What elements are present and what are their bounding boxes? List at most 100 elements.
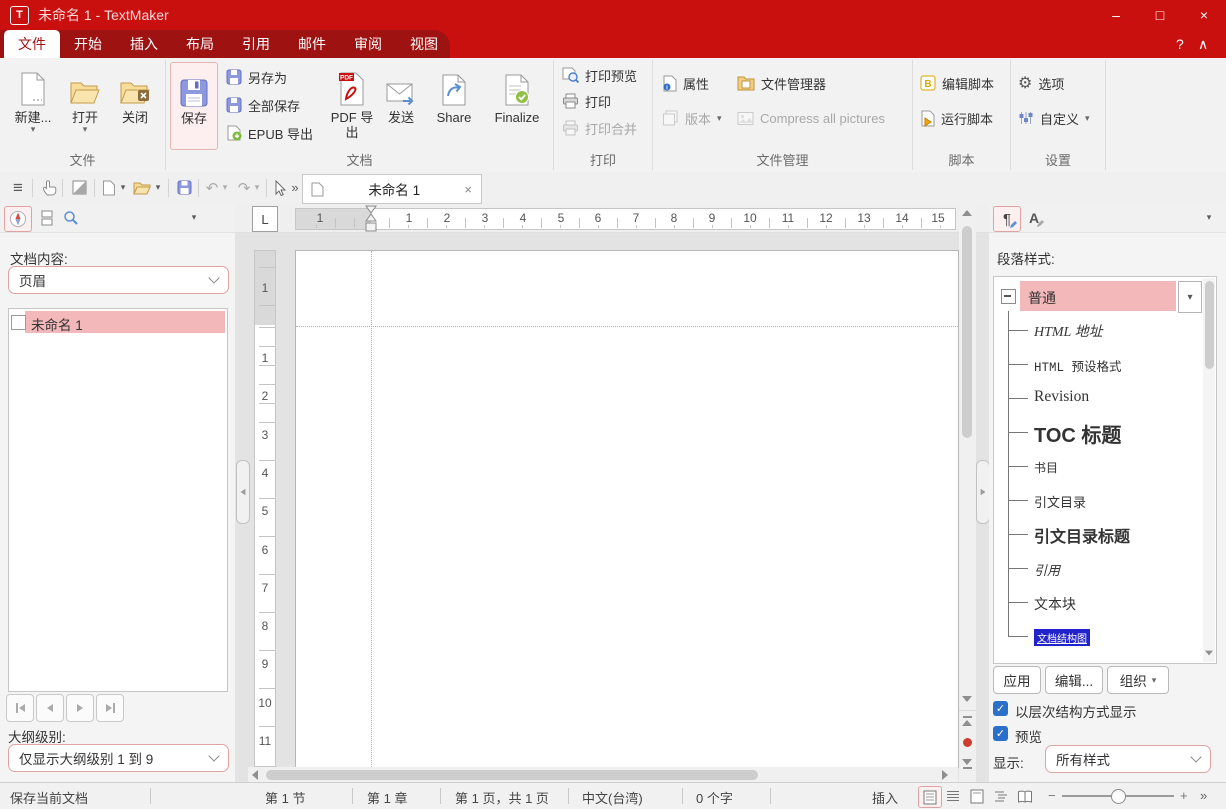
redo-icon[interactable]: ↷ [236,172,252,203]
maximize-button[interactable]: □ [1138,0,1182,30]
style-item-html-address[interactable]: HTML 地址 [1034,321,1103,341]
dropdown-arrow-icon[interactable]: ▾ [118,172,128,203]
status-insert-mode[interactable]: 插入 [872,788,898,807]
tab-mailings[interactable]: 邮件 [284,30,340,58]
search-button[interactable] [58,206,84,230]
navigation-compass-button[interactable] [4,206,32,232]
previous-page-button[interactable] [959,710,976,733]
scroll-left-icon[interactable] [252,770,258,780]
hamburger-menu-icon[interactable]: ≡ [8,172,28,203]
status-section[interactable]: 第 1 节 [265,788,305,807]
list-item-selected[interactable]: 未命名 1 [25,311,225,333]
hierarchy-checkbox[interactable]: ✓ [993,701,1008,716]
status-page-info[interactable]: 第 1 页，共 1 页 [455,788,549,807]
dropdown-arrow-icon[interactable]: ▾ [220,172,230,203]
tab-references[interactable]: 引用 [228,30,284,58]
epub-export-button[interactable]: EPUB 导出 [226,120,313,146]
character-styles-button[interactable]: A [1021,206,1047,230]
view-outline-button[interactable] [990,786,1012,806]
close-doc-button[interactable]: 关闭 [112,62,158,148]
style-item-bibliography[interactable]: 书目 [1034,459,1058,476]
tab-close-icon[interactable]: × [464,182,472,197]
view-fullpage-button[interactable] [966,786,988,806]
next-item-button[interactable] [66,694,94,722]
style-item-normal[interactable]: 普通 [1020,281,1176,311]
open-button[interactable]: 打开 ▾ [62,62,108,148]
save-all-button[interactable]: 全部保存 [226,92,300,118]
tree-collapse-box[interactable] [1001,289,1016,304]
send-button[interactable]: 发送 [380,62,422,148]
print-preview-button[interactable]: 打印预览 [562,62,637,88]
open-quick-button[interactable] [132,172,152,203]
help-icon[interactable]: ? [1176,30,1184,58]
print-button[interactable]: 打印 [562,88,611,114]
dropdown-arrow-icon[interactable]: ▾ [153,172,163,203]
preview-checkbox[interactable]: ✓ [993,726,1008,741]
minimize-button[interactable]: – [1094,0,1138,30]
finalize-button[interactable]: Finalize [486,62,548,148]
scroll-right-icon[interactable] [942,770,948,780]
save-as-button[interactable]: 另存为 [226,64,287,90]
style-item-toa[interactable]: 引文目录 [1034,492,1086,511]
tab-stop-selector[interactable]: L [252,206,278,232]
undo-icon[interactable]: ↶ [204,172,220,203]
status-chapter[interactable]: 第 1 章 [367,788,407,807]
scroll-down-icon[interactable] [962,696,972,702]
statusbar-overflow-icon[interactable]: » [1200,788,1207,803]
view-normal-button[interactable] [918,786,942,808]
edit-style-button[interactable]: 编辑... [1045,666,1103,694]
browse-object-button[interactable] [959,732,976,754]
panel-menu-dropdown-icon[interactable]: ▾ [1203,204,1215,231]
pdf-export-button[interactable]: PDF PDF 导出 [330,62,374,148]
tab-home[interactable]: 开始 [60,30,116,58]
outline-level-select[interactable]: 仅显示大纲级别 1 到 9 [8,744,229,772]
collapse-ribbon-icon[interactable]: ∧ [1198,30,1208,58]
style-item-document-map[interactable]: 文档结构图 [1034,629,1090,646]
scroll-down-icon[interactable] [1205,650,1213,656]
view-book-button[interactable] [1014,786,1036,806]
customize-button[interactable]: 自定义 ▾ [1018,105,1090,131]
panel-menu-dropdown-icon[interactable]: ▾ [188,204,200,231]
save-button[interactable]: 保存 [170,62,218,150]
tab-review[interactable]: 审阅 [340,30,396,58]
select-pointer-button[interactable] [271,172,289,203]
scroll-up-icon[interactable] [962,210,972,216]
options-button[interactable]: ⚙ 选项 [1018,70,1064,96]
first-item-button[interactable] [6,694,34,722]
object-mode-button[interactable] [68,172,90,203]
content-type-select[interactable]: 页眉 [8,266,229,294]
close-button[interactable]: × [1182,0,1226,30]
previous-item-button[interactable] [36,694,64,722]
organize-styles-button[interactable]: 组织 ▾ [1107,666,1169,694]
paragraph-styles-button[interactable]: ¶ [993,206,1021,232]
share-button[interactable]: Share [428,62,480,148]
tab-insert[interactable]: 插入 [116,30,172,58]
last-item-button[interactable] [96,694,124,722]
zoom-out-icon[interactable]: − [1048,788,1056,803]
style-item-quote[interactable]: 引用 [1034,560,1060,579]
run-script-button[interactable]: 运行脚本 [920,105,993,131]
thumbnails-button[interactable] [34,206,60,230]
status-word-count[interactable]: 0 个字 [696,788,733,807]
next-page-button[interactable] [959,754,976,776]
zoom-in-icon[interactable]: + [1180,788,1188,803]
dropdown-arrow-icon[interactable]: ▾ [252,172,262,203]
show-styles-select[interactable]: 所有样式 [1045,745,1211,773]
tab-view[interactable]: 视图 [396,30,452,58]
apply-style-button[interactable]: 应用 [993,666,1041,694]
style-item-html-preformatted[interactable]: HTML 预设格式 [1034,356,1122,375]
view-continuous-button[interactable] [942,786,964,806]
item-checkbox[interactable] [11,315,26,330]
file-manager-button[interactable]: 文件管理器 [737,70,826,96]
vertical-scrollbar-thumb[interactable] [962,226,972,438]
left-panel-collapse-handle[interactable] [236,460,250,524]
new-document-quick-button[interactable] [100,172,118,203]
tab-file[interactable]: 文件 [4,30,60,58]
styles-scrollbar-thumb[interactable] [1204,281,1214,369]
edit-script-button[interactable]: B 编辑脚本 [920,70,994,96]
touch-mode-button[interactable] [38,172,60,203]
style-item-toc-heading[interactable]: TOC 标题 [1034,419,1121,448]
zoom-slider-knob[interactable] [1111,789,1126,804]
style-dropdown-button[interactable]: ▾ [1178,281,1202,313]
style-item-text-block[interactable]: 文本块 [1034,594,1076,614]
